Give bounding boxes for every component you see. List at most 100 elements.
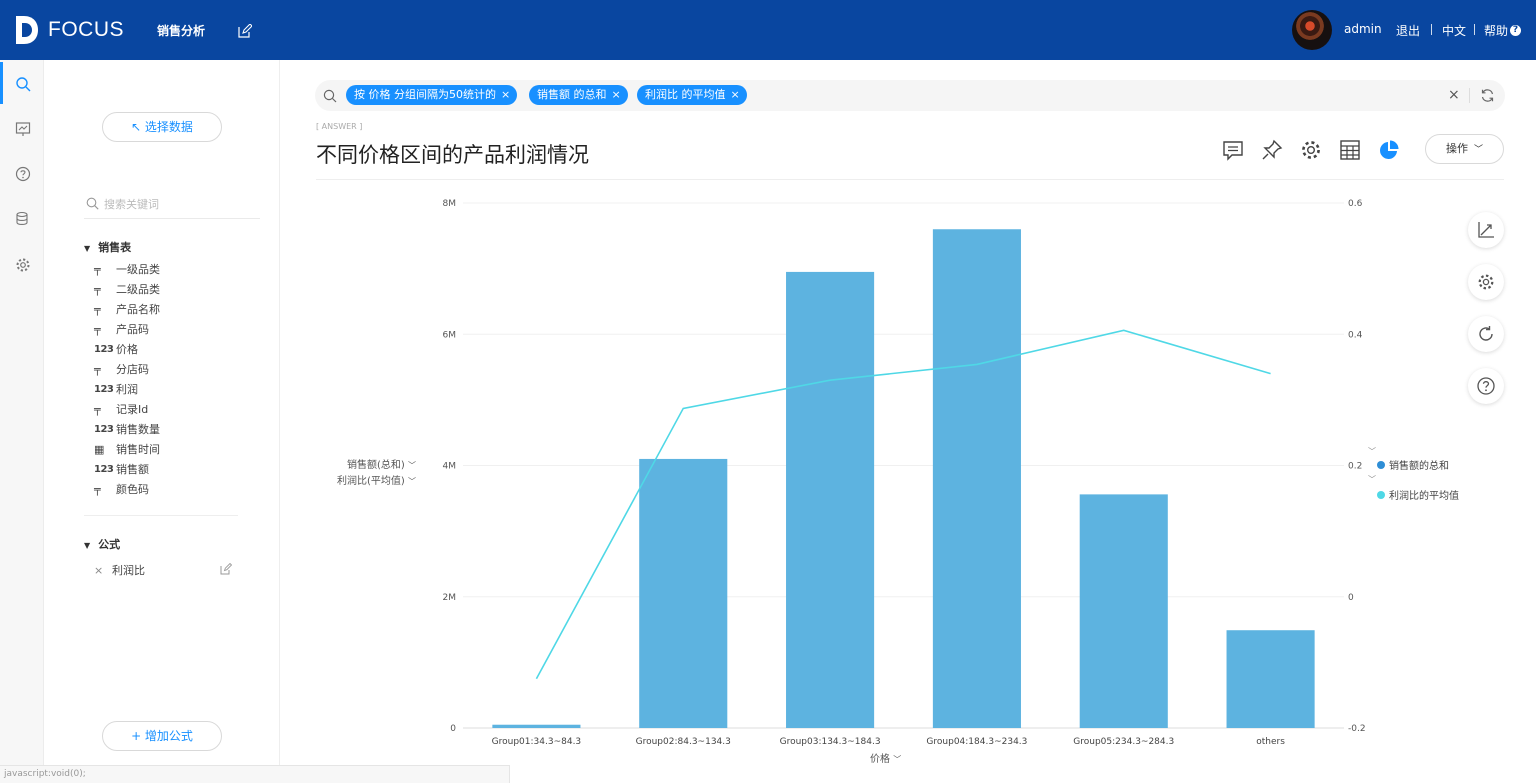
field-item[interactable]: ▦ 销售时间 <box>94 439 160 459</box>
chip-label: 按 价格 分组间隔为50统计的 <box>354 88 496 101</box>
axis-icon <box>1478 222 1494 238</box>
x-tick-label: Group03:134.3~184.3 <box>780 737 881 747</box>
field-label: 销售时间 <box>116 443 160 456</box>
field-item[interactable]: ╤ 产品名称 <box>94 299 160 319</box>
question-circle-icon[interactable] <box>15 166 31 182</box>
logout-link[interactable]: 退出 <box>1396 22 1420 39</box>
axis-label: 销售额(总和) <box>347 460 405 471</box>
nav-sales-analysis[interactable]: 销售分析 <box>157 22 205 39</box>
keyword-search-input[interactable]: 搜索关键词 <box>84 189 260 219</box>
y-axis-item[interactable]: 销售额(总和) ﹀ <box>336 458 416 474</box>
formula-section-header[interactable]: ▼ 公式 <box>84 536 120 552</box>
number-type-icon: 123 <box>94 383 114 395</box>
chevron-down-icon: ﹀ <box>408 477 416 486</box>
reload-button[interactable] <box>1468 316 1504 352</box>
field-item[interactable]: ╤ 二级品类 <box>94 279 160 299</box>
field-item[interactable]: ╤ 分店码 <box>94 359 149 379</box>
formula-item[interactable]: × 利润比 <box>94 560 145 580</box>
question-icon[interactable]: ? <box>1510 25 1521 36</box>
field-item[interactable]: ╤ 产品码 <box>94 319 149 339</box>
bar <box>639 458 728 728</box>
field-item[interactable]: 123 利润 <box>94 379 138 399</box>
refresh-icon[interactable] <box>1480 88 1495 103</box>
language-link[interactable]: 中文 <box>1442 22 1466 39</box>
y-axis-selector[interactable]: 销售额(总和) ﹀ 利润比(平均值) ﹀ <box>336 458 416 490</box>
close-icon[interactable]: × <box>612 88 621 101</box>
caret-down-icon: ▼ <box>84 244 91 253</box>
axis-label: 利润比(平均值) <box>337 476 405 487</box>
logo[interactable]: FOCUS <box>14 14 124 46</box>
chevron-down-icon: ﹀ <box>893 755 902 764</box>
search-icon <box>86 197 99 210</box>
close-icon[interactable]: × <box>731 88 740 101</box>
chart-settings-button[interactable] <box>1468 264 1504 300</box>
rotate-icon <box>1479 326 1493 341</box>
table-name: 销售表 <box>98 241 132 254</box>
query-chip[interactable]: 销售额 的总和 × <box>529 85 628 105</box>
y-tick-label-right: -0.2 <box>1348 724 1366 734</box>
text-type-icon: ╤ <box>94 482 101 496</box>
formula-label: 利润比 <box>112 564 145 577</box>
x-tick-label: Group05:234.3~284.3 <box>1073 737 1174 747</box>
field-item[interactable]: ╤ 颜色码 <box>94 479 149 499</box>
pinboard-icon[interactable] <box>15 121 31 137</box>
number-type-icon: 123 <box>94 463 114 475</box>
chart-view-icon[interactable] <box>1378 139 1400 161</box>
caret-down-icon: ▼ <box>84 541 91 550</box>
field-item[interactable]: 123 销售数量 <box>94 419 160 439</box>
settings-gear-icon[interactable] <box>1300 139 1322 161</box>
question-circle-icon <box>1477 377 1495 395</box>
chevron-down-icon[interactable]: ﹀ <box>1368 446 1376 457</box>
field-label: 分店码 <box>116 363 149 376</box>
legend-item[interactable]: 销售额的总和 <box>1377 457 1449 472</box>
database-icon[interactable] <box>15 211 31 227</box>
divider <box>316 179 1504 180</box>
legend-label: 利润比的平均值 <box>1389 491 1459 502</box>
edit-icon[interactable] <box>238 24 252 38</box>
text-type-icon: ╤ <box>94 302 101 316</box>
avatar[interactable] <box>1292 10 1332 50</box>
query-chip[interactable]: 按 价格 分组间隔为50统计的 × <box>346 85 518 105</box>
page-title: 不同价格区间的产品利润情况 <box>316 143 589 167</box>
bar <box>492 724 581 728</box>
field-item[interactable]: 123 价格 <box>94 339 138 359</box>
user-name[interactable]: admin <box>1344 22 1382 36</box>
operations-dropdown[interactable]: 操作 ﹀ <box>1425 134 1504 164</box>
separator <box>1469 88 1470 103</box>
x-axis-selector[interactable]: 价格 ﹀ <box>870 750 901 765</box>
select-data-button[interactable]: ↖ 选择数据 <box>102 112 222 142</box>
comment-icon[interactable] <box>1222 139 1244 161</box>
text-type-icon: ╤ <box>94 402 101 416</box>
field-label: 销售数量 <box>116 423 160 436</box>
chevron-down-icon[interactable]: ﹀ <box>1368 474 1376 485</box>
pin-icon[interactable] <box>1261 139 1283 161</box>
search-query-bar[interactable]: 按 价格 分组间隔为50统计的 × 销售额 的总和 × 利润比 的平均值 × × <box>315 80 1505 111</box>
field-label: 价格 <box>116 343 138 356</box>
table-view-icon[interactable] <box>1339 139 1361 161</box>
legend-dot <box>1377 490 1385 499</box>
gear-icon[interactable] <box>15 257 31 273</box>
y-axis-item[interactable]: 利润比(平均值) ﹀ <box>336 474 416 490</box>
table-section-header[interactable]: ▼ 销售表 <box>84 239 131 255</box>
help-link[interactable]: 帮助 <box>1484 22 1508 39</box>
close-icon[interactable]: × <box>94 564 112 577</box>
field-item[interactable]: ╤ 一级品类 <box>94 259 160 279</box>
clear-icon[interactable]: × <box>1448 87 1460 103</box>
y-tick-label-right: 0.6 <box>1348 199 1363 209</box>
chart-help-button[interactable] <box>1468 368 1504 404</box>
close-icon[interactable]: × <box>501 88 510 101</box>
search-icon[interactable] <box>15 76 31 92</box>
y-tick-label-left: 0 <box>450 724 456 734</box>
edit-icon[interactable] <box>220 563 232 575</box>
legend-item[interactable]: 利润比的平均值 <box>1377 487 1459 502</box>
query-chip[interactable]: 利润比 的平均值 × <box>637 85 747 105</box>
chip-label: 销售额 的总和 <box>537 88 607 101</box>
y-tick-label-right: 0.2 <box>1348 462 1362 472</box>
add-formula-button[interactable]: + 增加公式 <box>102 721 222 751</box>
field-item[interactable]: ╤ 记录Id <box>94 399 148 419</box>
text-type-icon: ╤ <box>94 362 101 376</box>
y-tick-label-right: 0.4 <box>1348 330 1363 340</box>
status-bar: javascript:void(0); <box>0 765 510 783</box>
axis-tool-button[interactable] <box>1468 212 1504 248</box>
field-item[interactable]: 123 销售额 <box>94 459 149 479</box>
